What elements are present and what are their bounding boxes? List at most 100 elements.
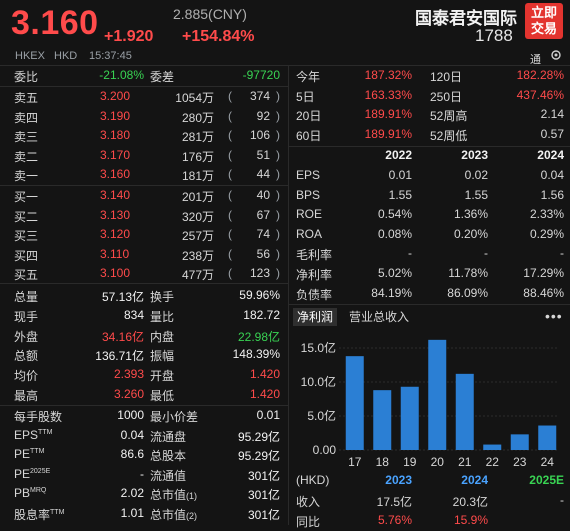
x-tick-label: 18	[376, 455, 390, 469]
bar	[400, 386, 419, 450]
order-volume: 320万	[181, 209, 214, 224]
fin-label: ROE	[296, 207, 323, 222]
revenue-currency: (HKD)	[296, 473, 330, 487]
paren-close: )	[276, 167, 280, 182]
wei-bi-value: -21.08%	[99, 68, 144, 82]
revenue-label: 同比	[296, 514, 321, 529]
bar	[455, 373, 474, 450]
price-change-pct: +154.84%	[182, 28, 255, 45]
stat-label-text: EPS	[14, 427, 39, 442]
currency-label: HKD	[54, 50, 78, 62]
order-count: 44	[256, 167, 270, 182]
order-price: 3.180	[100, 128, 131, 143]
order-price: 3.120	[100, 227, 131, 242]
x-tick-label: 22	[486, 455, 500, 469]
stat-value: 0.04	[120, 427, 144, 442]
year-2024: 2024	[537, 148, 564, 162]
ask-row: 卖一 3.160 181万 (44)	[0, 166, 288, 185]
stat-value: 1000	[117, 408, 144, 422]
fin-value: 5.02%	[377, 266, 412, 280]
stat-row: 均价 2.393 开盘 1.420	[0, 366, 288, 385]
order-count: 74	[256, 227, 270, 242]
year-2023: 2023	[461, 148, 488, 162]
fin-value: 88.46%	[523, 285, 564, 300]
gear-icon[interactable]	[550, 49, 562, 61]
stat-row: 现手 834 量比 182.72	[0, 307, 288, 326]
order-count: 67	[256, 207, 270, 222]
valuation-row: PBMRQ 2.02 总市值(1) 301亿	[0, 485, 288, 504]
financials-row: ROA 0.08% 0.20% 0.29%	[289, 226, 570, 245]
fin-label: 负债率	[296, 287, 333, 302]
order-price: 3.190	[100, 108, 131, 123]
year-2022: 2022	[385, 148, 412, 162]
fin-value: 0.08%	[377, 226, 412, 241]
order-price: 3.170	[100, 147, 131, 162]
revenue-row: 收入 17.5亿 20.3亿 -	[289, 492, 570, 511]
order-level-label: 卖四	[14, 110, 39, 125]
paren-close: )	[276, 266, 280, 281]
stat-label-text: 最小价差	[150, 410, 199, 424]
perf-label: 今年	[296, 70, 321, 84]
performance-row: 20日 189.91% 52周高 2.14	[289, 106, 570, 125]
paren-open: (	[228, 188, 232, 202]
order-level-label: 买三	[14, 229, 39, 244]
paren-open: (	[228, 167, 232, 182]
x-tick-label: 20	[431, 455, 445, 469]
revenue-value: 15.9%	[453, 512, 488, 527]
fin-value: 86.09%	[447, 285, 488, 300]
stat-label-text: 总市值	[150, 488, 187, 503]
order-count: 51	[256, 147, 270, 162]
financials-row: 毛利率 - - -	[289, 245, 570, 264]
fin-label: ROA	[296, 226, 323, 241]
bid-row: 买三 3.120 257万 (74)	[0, 226, 288, 245]
stat-value: 834	[123, 307, 144, 322]
stat-label: 现手	[14, 309, 39, 324]
financials-row: 净利率 5.02% 11.78% 17.29%	[289, 265, 570, 284]
quote-time: 15:37:45	[89, 50, 132, 62]
info-circle-icon[interactable]: (1)	[186, 491, 197, 501]
stat-value: 1.420	[249, 367, 280, 382]
stat-label: PE2025E	[14, 467, 50, 481]
order-volume: 176万	[181, 149, 214, 164]
tab-total-revenue[interactable]: 营业总收入	[349, 308, 409, 326]
ask-row: 卖二 3.170 176万 (51)	[0, 147, 288, 166]
stat-label-text: 流通盘	[150, 429, 187, 444]
stat-label-sup: MRQ	[30, 487, 47, 495]
year-2023: 2023	[385, 473, 412, 487]
fin-value: 11.78%	[448, 266, 488, 280]
stat-label: 振幅	[150, 349, 175, 364]
bar	[510, 434, 529, 450]
order-volume: 281万	[181, 130, 214, 145]
paren-close: )	[276, 128, 280, 143]
valuation-row: PE2025E - 流通值 301亿	[0, 466, 288, 485]
stat-label: 每手股数	[14, 408, 62, 425]
paren-close: )	[276, 89, 280, 103]
last-price: 3.160	[11, 4, 99, 42]
stat-label: 外盘	[14, 329, 39, 344]
fin-value: 0.04	[540, 168, 564, 182]
order-volume: 477万	[181, 268, 214, 283]
order-volume: 257万	[181, 229, 214, 244]
tab-net-profit[interactable]: 净利润	[293, 308, 338, 326]
stat-value: 86.6	[120, 447, 144, 462]
stat-row: 最高 3.260 最低 1.420	[0, 386, 288, 405]
order-volume: 201万	[181, 190, 214, 204]
order-volume: 280万	[181, 110, 214, 125]
perf-value: 2.14	[540, 107, 564, 122]
order-price: 3.110	[100, 246, 130, 261]
paren-open: (	[228, 266, 232, 281]
stat-label-sup: TTM	[50, 509, 65, 516]
valuation-row: 每手股数 1000 最小价差 0.01	[0, 407, 288, 426]
valuation-row: 股息率TTM 1.01 总市值(2) 301亿	[0, 505, 288, 524]
trade-now-button[interactable]: 立即 交易	[525, 3, 563, 39]
x-tick-label: 23	[513, 455, 527, 469]
more-icon[interactable]: •••	[545, 308, 563, 324]
fin-value: 0.54%	[377, 207, 412, 222]
info-circle-icon[interactable]: (2)	[186, 511, 197, 521]
order-count: 56	[256, 246, 270, 261]
perf-label: 250日	[430, 89, 463, 104]
stat-label: 总股本	[150, 447, 186, 464]
revenue-value: 17.5亿	[376, 495, 412, 509]
stat-value: 34.16亿	[101, 329, 144, 344]
revenue-value: 5.76%	[377, 512, 412, 527]
